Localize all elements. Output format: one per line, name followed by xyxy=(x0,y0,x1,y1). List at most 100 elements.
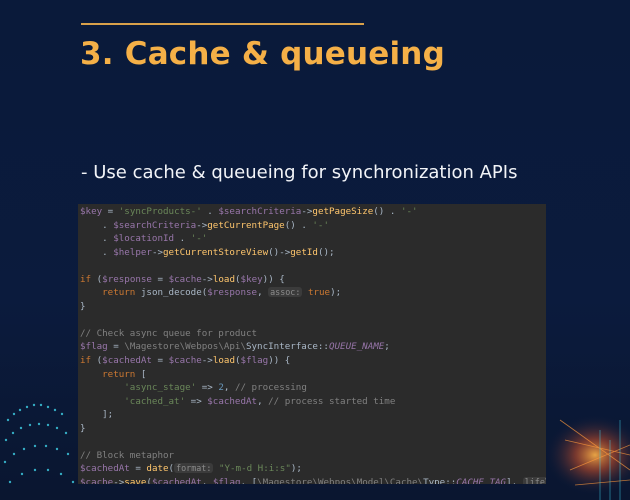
code-token: return xyxy=(102,287,136,299)
code-token: $cache xyxy=(168,273,202,285)
code-line: 'async_stage' => 2, // processing xyxy=(78,381,546,395)
code-token: . xyxy=(80,246,114,258)
code-token: return xyxy=(102,368,136,380)
code-line: $key = 'syncProducts-' . $searchCriteria… xyxy=(78,205,546,219)
code-token: getCurrentPage xyxy=(207,219,285,231)
code-token: )) { xyxy=(268,355,291,367)
title-underline-rule xyxy=(81,23,364,25)
code-line: . $helper->getCurrentStoreView()->getId(… xyxy=(78,246,546,260)
code-line: if ($cachedAt = $cache->load($flag)) { xyxy=(78,354,546,368)
code-token: . xyxy=(201,206,219,217)
code-token: () . xyxy=(373,206,401,217)
code-token: save xyxy=(124,476,147,484)
code-token: . xyxy=(80,233,114,245)
code-token: => xyxy=(196,382,219,394)
code-token: CACHE_TAG xyxy=(456,476,507,484)
code-token: $flag xyxy=(80,341,108,353)
code-token: ( xyxy=(91,273,103,285)
code-line: // Block metaphor xyxy=(78,449,546,463)
code-token: 'cached_at' xyxy=(124,395,186,407)
code-token: , [ xyxy=(240,476,258,484)
code-token: $key xyxy=(240,273,263,285)
code-token: '-' xyxy=(312,219,329,231)
code-token: $cachedAt xyxy=(151,476,202,484)
code-token: . xyxy=(80,219,114,231)
code-token: -> xyxy=(196,219,208,231)
code-token: ); xyxy=(290,463,302,475)
code-token: json_decode( xyxy=(135,287,208,299)
code-line: . $locationId . '-' xyxy=(78,232,546,246)
code-line: return [ xyxy=(78,368,546,382)
code-token: = xyxy=(107,341,125,353)
code-token: // Block metaphor xyxy=(80,449,175,461)
parameter-hint: assoc: xyxy=(268,287,303,298)
code-token: // Check async queue for product xyxy=(80,327,258,339)
code-token: Type:: xyxy=(423,476,457,484)
code-token: $key xyxy=(80,206,103,217)
code-token: SyncInterface:: xyxy=(245,341,329,353)
code-token: [ xyxy=(135,368,147,380)
code-token: ()-> xyxy=(268,246,291,258)
code-token: $flag xyxy=(212,476,241,484)
parameter-hint: lifeTime: xyxy=(522,476,546,484)
code-token: $cachedAt xyxy=(80,463,130,475)
bullet-point: - Use cache & queueing for synchronizati… xyxy=(81,162,518,183)
code-line: } xyxy=(78,422,546,436)
code-token: = xyxy=(151,273,169,285)
code-line: } xyxy=(78,300,546,314)
parameter-hint: format: xyxy=(174,463,214,474)
code-token: QUEUE_NAME xyxy=(328,341,385,353)
code-line: . $searchCriteria->getCurrentPage() . '-… xyxy=(78,219,546,233)
code-token: -> xyxy=(201,355,213,367)
code-token: . xyxy=(174,233,191,245)
code-token: 'async_stage' xyxy=(124,382,197,394)
code-token: $cache xyxy=(168,355,202,367)
code-token: $cachedAt xyxy=(207,395,258,407)
code-line: 'cached_at' => $cachedAt, // process sta… xyxy=(78,395,546,409)
code-token: true xyxy=(307,287,331,299)
code-line: return json_decode($response, assoc: tru… xyxy=(78,286,546,300)
code-token: if xyxy=(80,273,92,285)
code-token: => xyxy=(185,395,208,407)
code-token: ); xyxy=(330,287,342,299)
code-token: \Magestore\Webpos\Model\Cache\ xyxy=(257,476,424,484)
code-token: $searchCriteria xyxy=(113,219,197,231)
code-token: , xyxy=(257,395,269,407)
code-token: date xyxy=(146,463,169,475)
code-token: $flag xyxy=(240,355,269,367)
code-token: $searchCriteria xyxy=(218,206,302,217)
code-token: $response xyxy=(207,287,258,299)
code-token: ; xyxy=(384,341,390,353)
code-token: if xyxy=(80,355,92,367)
code-token: $locationId xyxy=(113,233,175,245)
code-token: load xyxy=(212,273,235,285)
code-token: // process started time xyxy=(268,395,396,407)
code-token: -> xyxy=(301,206,313,217)
code-token: '-' xyxy=(400,206,418,217)
code-token: = xyxy=(102,206,119,217)
code-token: , xyxy=(201,476,213,484)
code-token: // processing xyxy=(234,382,307,394)
code-token: )) { xyxy=(262,273,285,285)
code-token: } xyxy=(80,300,86,312)
code-token: } xyxy=(80,422,86,434)
slide-title: 3. Cache & queueing xyxy=(80,36,445,72)
code-line: if ($response = $cache->load($key)) { xyxy=(78,273,546,287)
code-token: $helper xyxy=(113,246,152,258)
code-token: 'syncProducts-' xyxy=(118,206,202,217)
code-token: , xyxy=(257,287,269,299)
code-token: (); xyxy=(317,246,335,258)
code-token: "Y-m-d H:i:s" xyxy=(218,463,291,475)
code-token: $cachedAt xyxy=(102,355,152,367)
code-snippet: $key = 'syncProducts-' . $searchCriteria… xyxy=(78,204,546,484)
code-line: $cachedAt = date(format: "Y-m-d H:i:s"); xyxy=(78,462,546,476)
code-token: getId xyxy=(290,246,318,258)
code-token: ( xyxy=(91,355,103,367)
code-token: ]; xyxy=(80,409,114,421)
